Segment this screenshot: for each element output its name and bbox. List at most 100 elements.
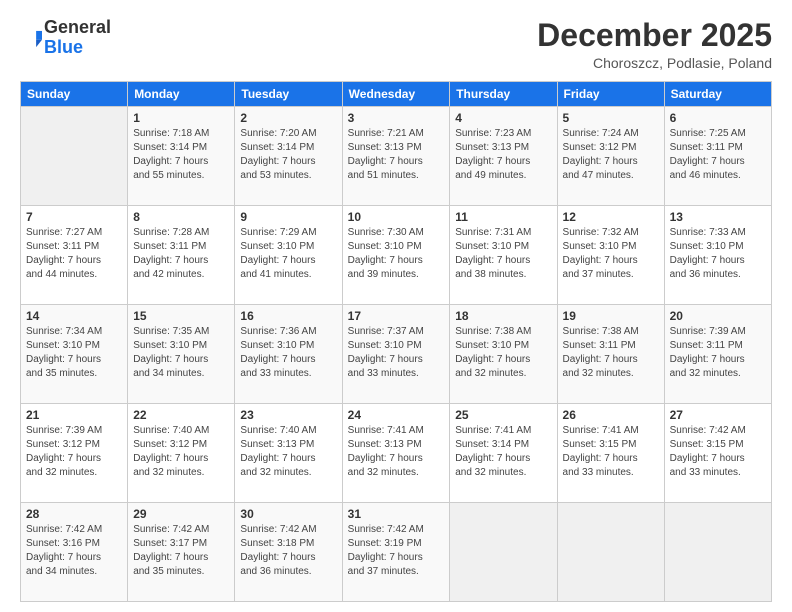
- calendar-cell: [664, 503, 771, 602]
- day-info: Sunrise: 7:38 AMSunset: 3:10 PMDaylight:…: [455, 325, 551, 381]
- day-info: Sunrise: 7:30 AMSunset: 3:10 PMDaylight:…: [348, 226, 445, 282]
- calendar-cell: 29 Sunrise: 7:42 AMSunset: 3:17 PMDayligh…: [128, 503, 235, 602]
- day-number: 6: [670, 111, 766, 125]
- day-info: Sunrise: 7:37 AMSunset: 3:10 PMDaylight:…: [348, 325, 445, 381]
- calendar-week-row: 21 Sunrise: 7:39 AMSunset: 3:12 PMDayligh…: [21, 404, 772, 503]
- calendar-cell: 12Sunrise: 7:32 AMSunset: 3:10 PMDayligh…: [557, 206, 664, 305]
- calendar-cell: 15 Sunrise: 7:35 AMSunset: 3:10 PMDayligh…: [128, 305, 235, 404]
- day-number: 31: [348, 507, 445, 521]
- day-number: 27: [670, 408, 766, 422]
- day-info: Sunrise: 7:35 AMSunset: 3:10 PMDaylight:…: [133, 325, 229, 381]
- day-number: 29: [133, 507, 229, 521]
- day-number: 2: [240, 111, 336, 125]
- calendar-header-row: SundayMondayTuesdayWednesdayThursdayFrid…: [21, 82, 772, 107]
- calendar-cell: 23 Sunrise: 7:40 AMSunset: 3:13 PMDayligh…: [235, 404, 342, 503]
- day-info: Sunrise: 7:40 AMSunset: 3:13 PMDaylight:…: [240, 424, 336, 480]
- day-number: 7: [26, 210, 122, 224]
- calendar-cell: 17Sunrise: 7:37 AMSunset: 3:10 PMDayligh…: [342, 305, 450, 404]
- calendar-cell: [450, 503, 557, 602]
- month-title: December 2025: [537, 18, 772, 53]
- day-info: Sunrise: 7:27 AMSunset: 3:11 PMDaylight:…: [26, 226, 122, 282]
- day-of-week-header: Tuesday: [235, 82, 342, 107]
- calendar-cell: 22 Sunrise: 7:40 AMSunset: 3:12 PMDayligh…: [128, 404, 235, 503]
- day-info: Sunrise: 7:42 AMSunset: 3:16 PMDaylight:…: [26, 523, 122, 579]
- day-number: 8: [133, 210, 229, 224]
- day-info: Sunrise: 7:28 AMSunset: 3:11 PMDaylight:…: [133, 226, 229, 282]
- day-info: Sunrise: 7:39 AMSunset: 3:12 PMDaylight:…: [26, 424, 122, 480]
- day-number: 15: [133, 309, 229, 323]
- calendar-table: SundayMondayTuesdayWednesdayThursdayFrid…: [20, 81, 772, 602]
- day-number: 18: [455, 309, 551, 323]
- calendar-cell: 27 Sunrise: 7:42 AMSunset: 3:15 PMDayligh…: [664, 404, 771, 503]
- day-info: Sunrise: 7:29 AMSunset: 3:10 PMDaylight:…: [240, 226, 336, 282]
- day-info: Sunrise: 7:31 AMSunset: 3:10 PMDaylight:…: [455, 226, 551, 282]
- day-number: 20: [670, 309, 766, 323]
- calendar-cell: [557, 503, 664, 602]
- calendar-cell: 2Sunrise: 7:20 AMSunset: 3:14 PMDaylight…: [235, 107, 342, 206]
- calendar-cell: 9 Sunrise: 7:29 AMSunset: 3:10 PMDaylight…: [235, 206, 342, 305]
- day-number: 14: [26, 309, 122, 323]
- day-of-week-header: Monday: [128, 82, 235, 107]
- day-number: 22: [133, 408, 229, 422]
- calendar-cell: 6Sunrise: 7:25 AMSunset: 3:11 PMDaylight…: [664, 107, 771, 206]
- day-number: 23: [240, 408, 336, 422]
- day-number: 11: [455, 210, 551, 224]
- day-info: Sunrise: 7:42 AMSunset: 3:19 PMDaylight:…: [348, 523, 445, 579]
- calendar-cell: 24 Sunrise: 7:41 AMSunset: 3:13 PMDayligh…: [342, 404, 450, 503]
- day-number: 10: [348, 210, 445, 224]
- day-info: Sunrise: 7:42 AMSunset: 3:17 PMDaylight:…: [133, 523, 229, 579]
- day-info: Sunrise: 7:34 AMSunset: 3:10 PMDaylight:…: [26, 325, 122, 381]
- title-block: December 2025 Choroszcz, Podlasie, Polan…: [537, 18, 772, 71]
- day-number: 21: [26, 408, 122, 422]
- day-info: Sunrise: 7:41 AMSunset: 3:15 PMDaylight:…: [563, 424, 659, 480]
- calendar-cell: 10 Sunrise: 7:30 AMSunset: 3:10 PMDayligh…: [342, 206, 450, 305]
- day-info: Sunrise: 7:40 AMSunset: 3:12 PMDaylight:…: [133, 424, 229, 480]
- day-number: 25: [455, 408, 551, 422]
- day-info: Sunrise: 7:41 AMSunset: 3:14 PMDaylight:…: [455, 424, 551, 480]
- day-info: Sunrise: 7:38 AMSunset: 3:11 PMDaylight:…: [563, 325, 659, 381]
- day-info: Sunrise: 7:23 AMSunset: 3:13 PMDaylight:…: [455, 127, 551, 183]
- day-number: 12: [563, 210, 659, 224]
- calendar-cell: 25 Sunrise: 7:41 AMSunset: 3:14 PMDayligh…: [450, 404, 557, 503]
- day-of-week-header: Wednesday: [342, 82, 450, 107]
- calendar-cell: 1Sunrise: 7:18 AMSunset: 3:14 PMDaylight…: [128, 107, 235, 206]
- calendar-week-row: 7 Sunrise: 7:27 AMSunset: 3:11 PMDaylight…: [21, 206, 772, 305]
- day-of-week-header: Friday: [557, 82, 664, 107]
- calendar-cell: 20 Sunrise: 7:39 AMSunset: 3:11 PMDayligh…: [664, 305, 771, 404]
- day-info: Sunrise: 7:39 AMSunset: 3:11 PMDaylight:…: [670, 325, 766, 381]
- day-info: Sunrise: 7:42 AMSunset: 3:15 PMDaylight:…: [670, 424, 766, 480]
- day-info: Sunrise: 7:21 AMSunset: 3:13 PMDaylight:…: [348, 127, 445, 183]
- day-number: 4: [455, 111, 551, 125]
- calendar-cell: 21 Sunrise: 7:39 AMSunset: 3:12 PMDayligh…: [21, 404, 128, 503]
- calendar-cell: 18 Sunrise: 7:38 AMSunset: 3:10 PMDayligh…: [450, 305, 557, 404]
- calendar-cell: 28 Sunrise: 7:42 AMSunset: 3:16 PMDayligh…: [21, 503, 128, 602]
- logo-icon: [20, 28, 42, 50]
- day-info: Sunrise: 7:33 AMSunset: 3:10 PMDaylight:…: [670, 226, 766, 282]
- day-of-week-header: Thursday: [450, 82, 557, 107]
- day-number: 5: [563, 111, 659, 125]
- calendar-cell: 26Sunrise: 7:41 AMSunset: 3:15 PMDayligh…: [557, 404, 664, 503]
- calendar-week-row: 28 Sunrise: 7:42 AMSunset: 3:16 PMDayligh…: [21, 503, 772, 602]
- day-of-week-header: Saturday: [664, 82, 771, 107]
- calendar-cell: 7 Sunrise: 7:27 AMSunset: 3:11 PMDaylight…: [21, 206, 128, 305]
- day-number: 24: [348, 408, 445, 422]
- calendar-cell: 5 Sunrise: 7:24 AMSunset: 3:12 PMDaylight…: [557, 107, 664, 206]
- day-info: Sunrise: 7:24 AMSunset: 3:12 PMDaylight:…: [563, 127, 659, 183]
- subtitle: Choroszcz, Podlasie, Poland: [537, 55, 772, 71]
- day-number: 28: [26, 507, 122, 521]
- logo: General Blue: [20, 18, 111, 58]
- calendar-cell: 8 Sunrise: 7:28 AMSunset: 3:11 PMDaylight…: [128, 206, 235, 305]
- calendar-cell: 30Sunrise: 7:42 AMSunset: 3:18 PMDayligh…: [235, 503, 342, 602]
- day-number: 3: [348, 111, 445, 125]
- day-number: 19: [563, 309, 659, 323]
- day-number: 9: [240, 210, 336, 224]
- day-number: 30: [240, 507, 336, 521]
- day-info: Sunrise: 7:41 AMSunset: 3:13 PMDaylight:…: [348, 424, 445, 480]
- logo-text: General Blue: [44, 18, 111, 58]
- calendar-cell: [21, 107, 128, 206]
- calendar-cell: 3 Sunrise: 7:21 AMSunset: 3:13 PMDaylight…: [342, 107, 450, 206]
- calendar-week-row: 1Sunrise: 7:18 AMSunset: 3:14 PMDaylight…: [21, 107, 772, 206]
- calendar-cell: 16Sunrise: 7:36 AMSunset: 3:10 PMDayligh…: [235, 305, 342, 404]
- header: General Blue December 2025 Choroszcz, Po…: [20, 18, 772, 71]
- calendar-cell: 31 Sunrise: 7:42 AMSunset: 3:19 PMDayligh…: [342, 503, 450, 602]
